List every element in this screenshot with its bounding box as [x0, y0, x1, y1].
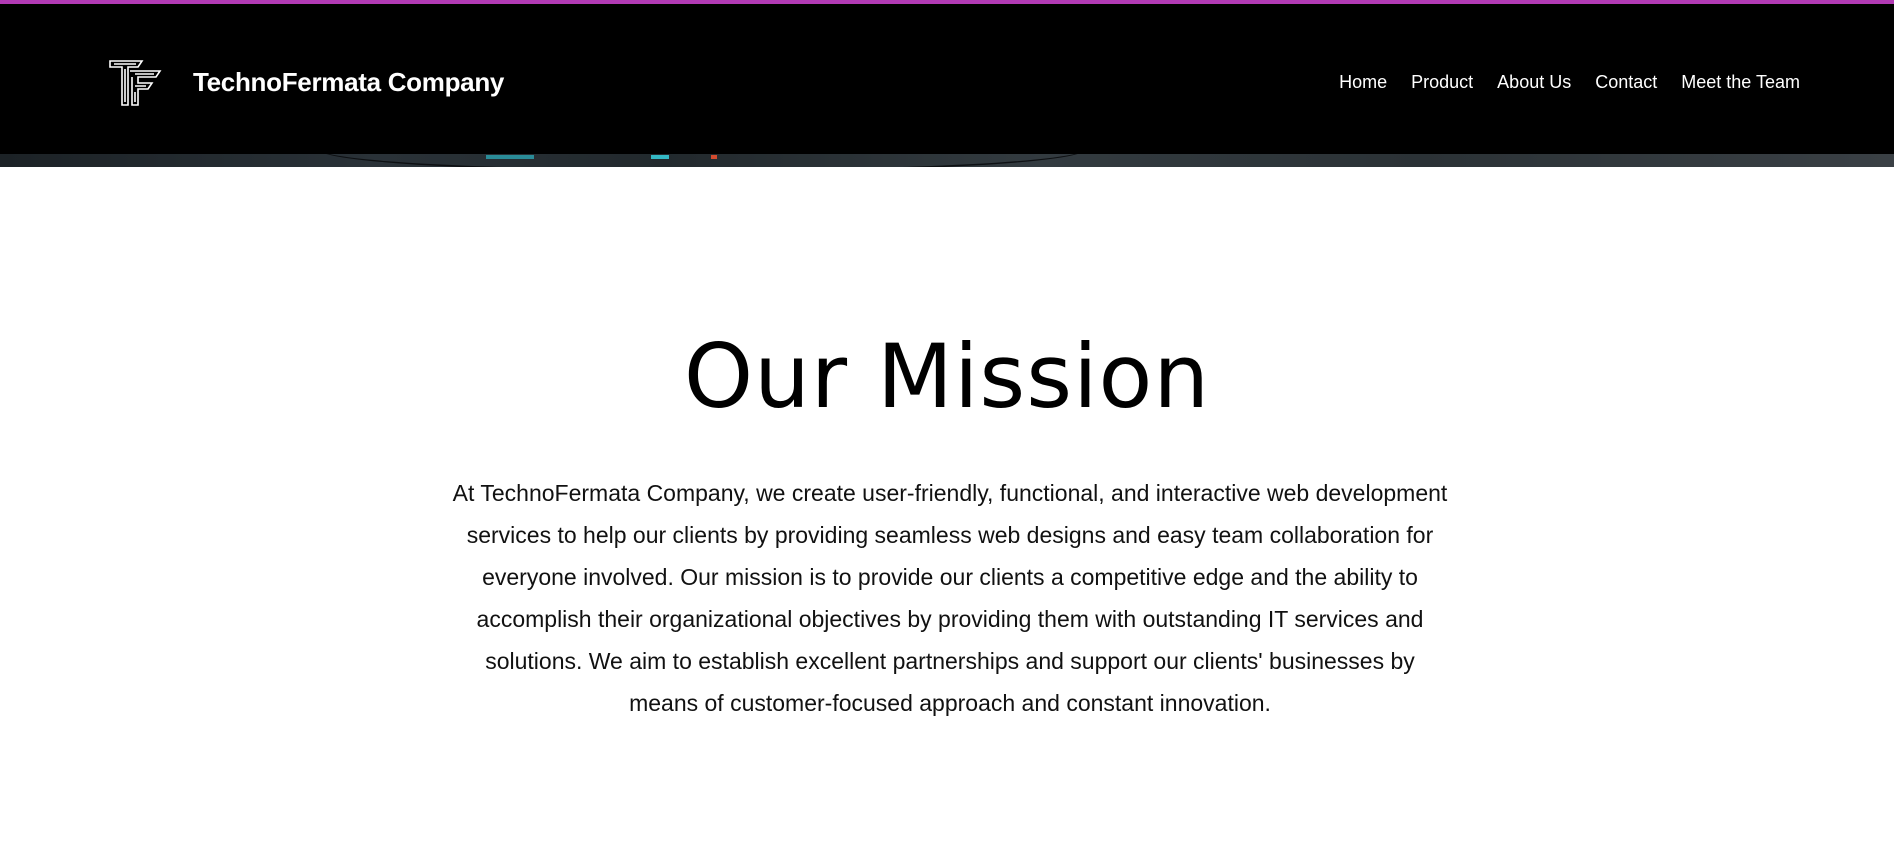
nav-item-meet-the-team[interactable]: Meet the Team — [1681, 72, 1800, 93]
nav-item-about-us[interactable]: About Us — [1497, 72, 1571, 93]
tf-monogram-logo-icon[interactable] — [108, 59, 164, 107]
hero-image-light-cyan — [651, 155, 669, 159]
nav-item-home[interactable]: Home — [1339, 72, 1387, 93]
mission-title: Our Mission — [683, 325, 1211, 428]
hero-image-arc — [320, 154, 1084, 167]
mission-text: At TechnoFermata Company, we create user… — [452, 480, 1448, 716]
hero-image-light-teal — [486, 155, 534, 159]
site-header: TechnoFermata Company Home Product About… — [0, 4, 1894, 154]
nav-item-product[interactable]: Product — [1411, 72, 1473, 93]
main-nav: Home Product About Us Contact Meet the T… — [1339, 72, 1800, 93]
brand-name[interactable]: TechnoFermata Company — [193, 67, 504, 98]
nav-item-contact[interactable]: Contact — [1595, 72, 1657, 93]
hero-image-strip — [0, 154, 1894, 167]
page: TechnoFermata Company Home Product About… — [0, 0, 1894, 849]
hero-image-light-red — [711, 155, 717, 159]
